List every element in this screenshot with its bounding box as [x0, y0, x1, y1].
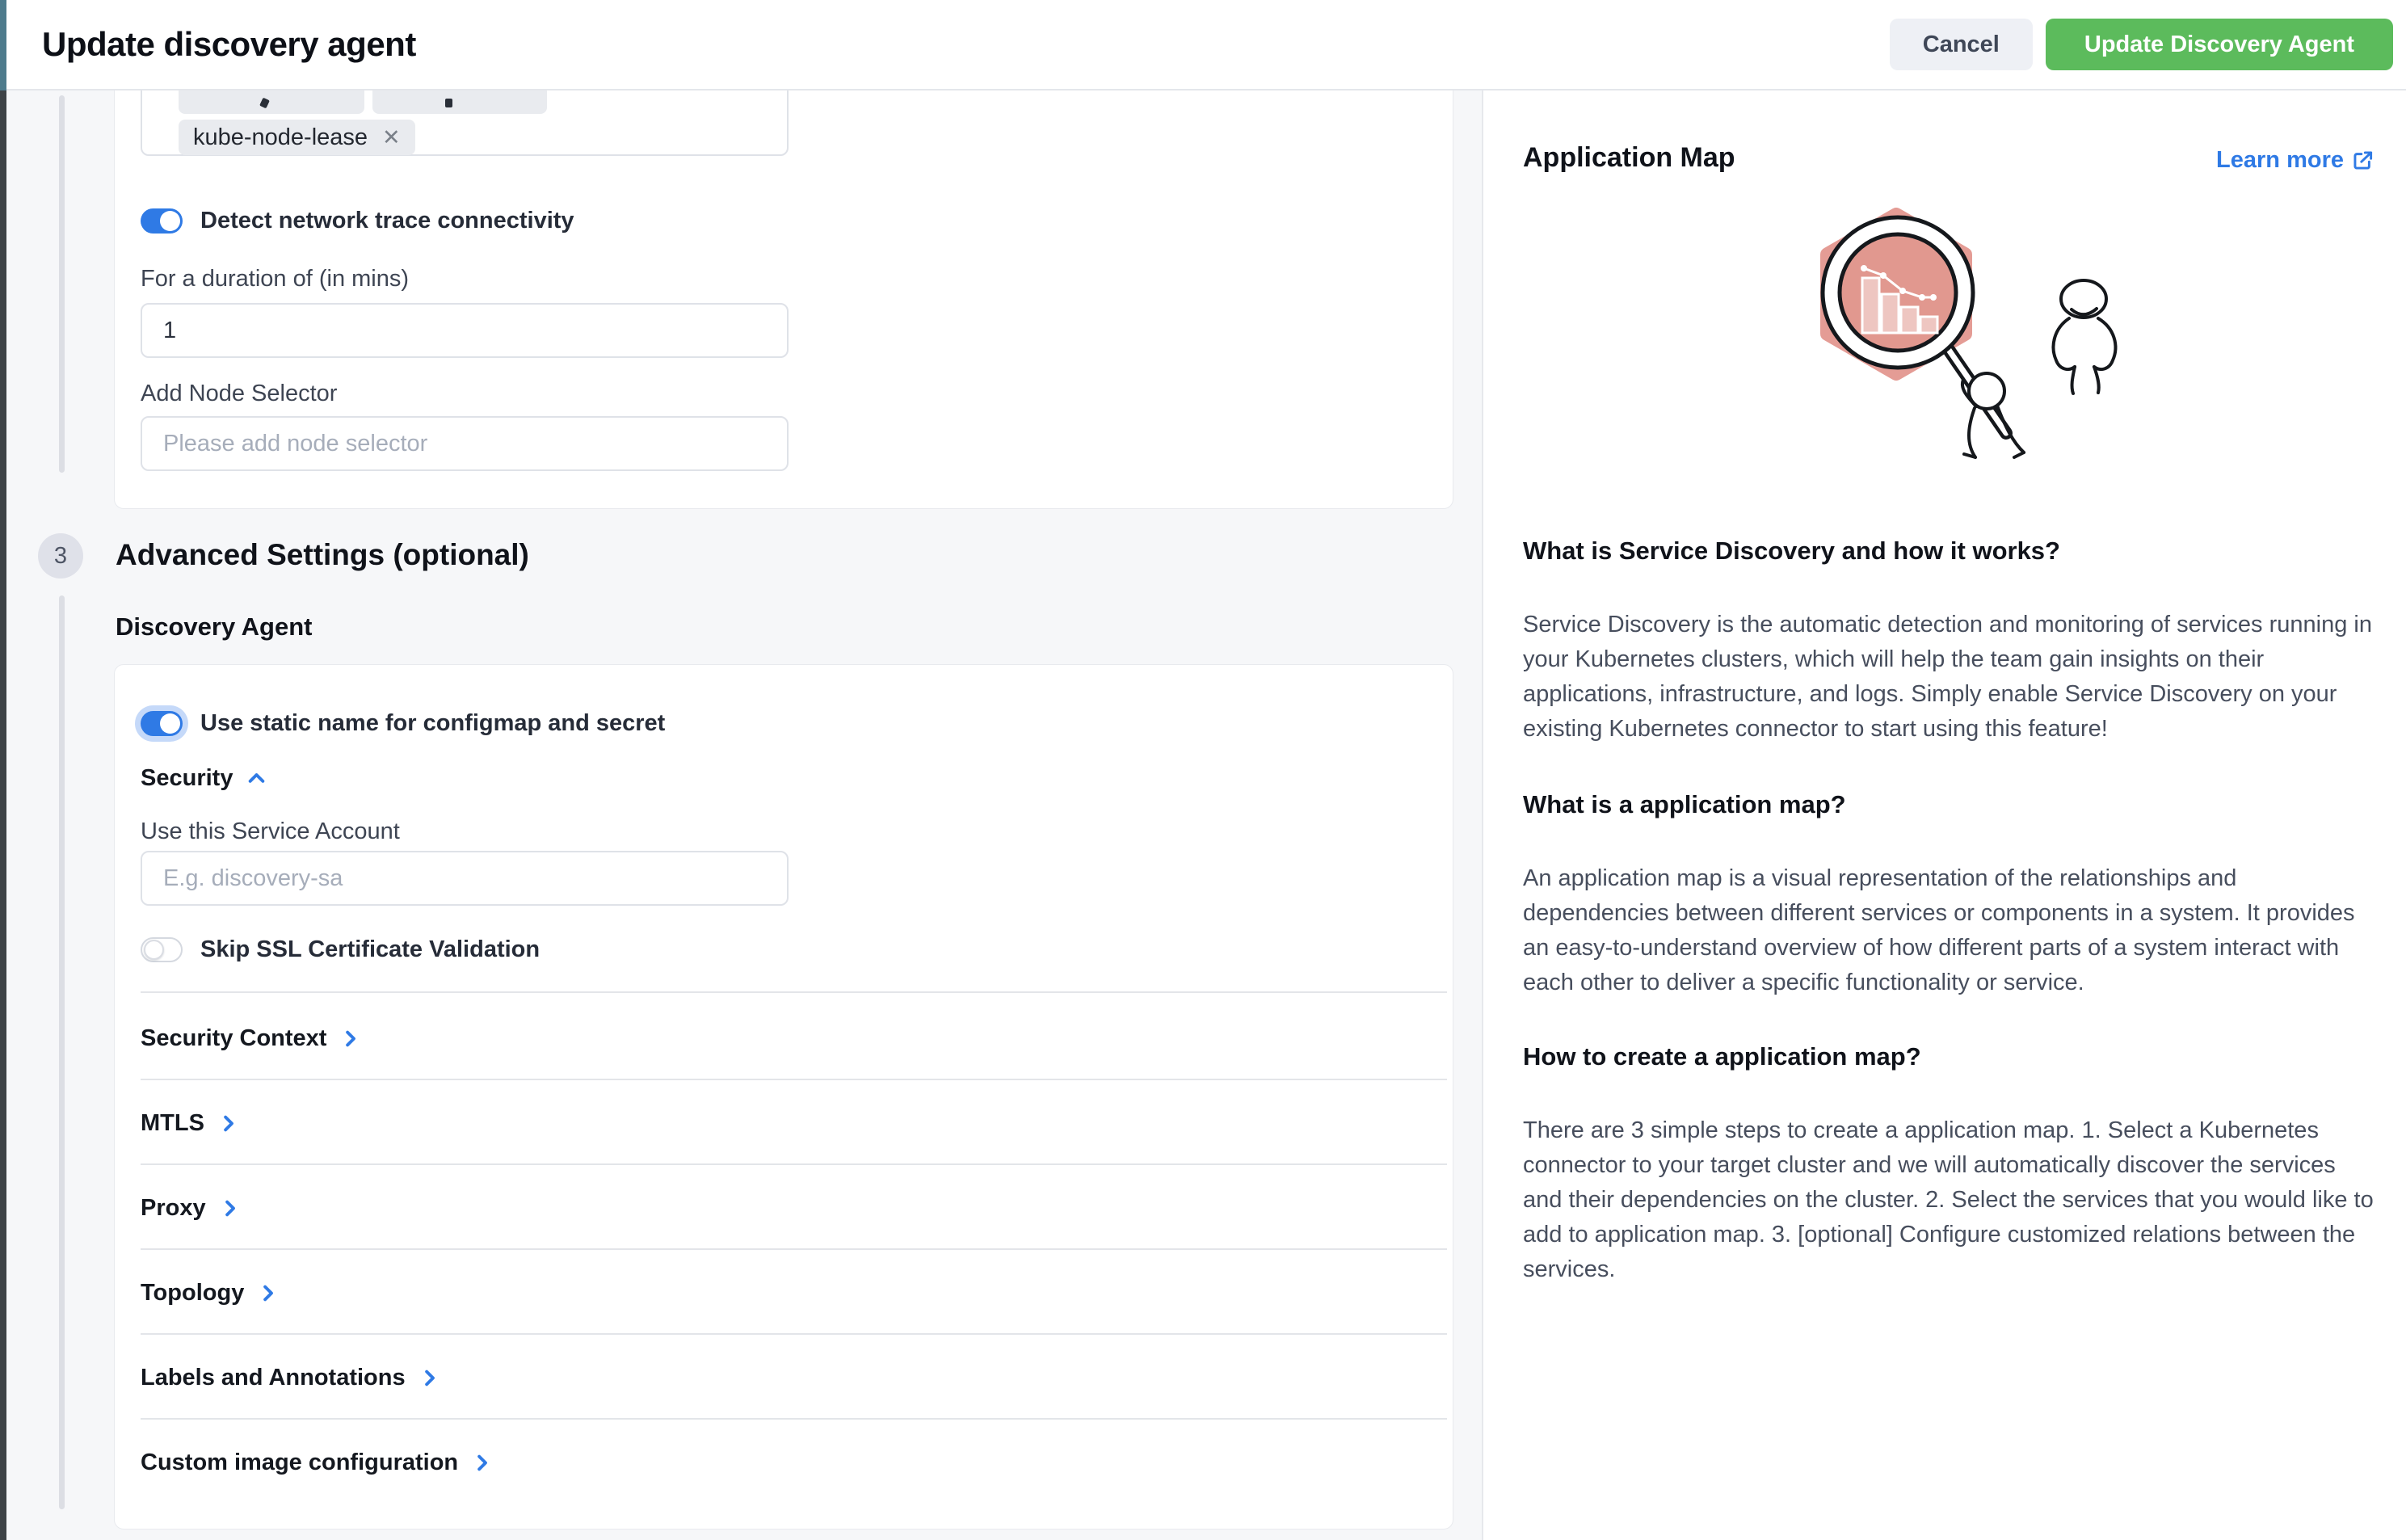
section-proxy[interactable]: Proxy [141, 1190, 241, 1226]
divider [141, 991, 1447, 993]
static-name-toggle-row: Use static name for configmap and secret [141, 710, 665, 737]
skip-ssl-toggle-row: Skip SSL Certificate Validation [141, 936, 540, 963]
chevron-right-icon [471, 1452, 493, 1474]
service-account-label: Use this Service Account [141, 818, 400, 845]
advanced-settings-heading: Advanced Settings (optional) [116, 538, 529, 572]
chevron-right-icon [217, 1113, 239, 1134]
step-3-indicator: 3 [38, 533, 83, 579]
detect-network-toggle-label: Detect network trace connectivity [200, 208, 574, 234]
node-selector-label: Add Node Selector [141, 381, 337, 407]
magnifier-chart-icon [1823, 217, 1973, 368]
detect-network-toggle[interactable] [141, 208, 183, 234]
info-section: What is Service Discovery and how it wor… [1523, 536, 2381, 747]
info-heading: What is Service Discovery and how it wor… [1523, 536, 2381, 566]
update-discovery-agent-page: Update discovery agent Cancel Update Dis… [0, 0, 2406, 1540]
duration-label: For a duration of (in mins) [141, 266, 409, 292]
page-title: Update discovery agent [42, 25, 416, 64]
header-actions: Cancel Update Discovery Agent [1890, 19, 2393, 70]
info-section: How to create a application map? There a… [1523, 1042, 2381, 1287]
static-name-toggle-label: Use static name for configmap and secret [200, 710, 665, 737]
skip-ssl-toggle-label: Skip SSL Certificate Validation [200, 936, 540, 963]
info-heading: What is a application map? [1523, 790, 2381, 819]
person-figure-standing [2054, 280, 2116, 393]
info-body: Service Discovery is the automatic detec… [1523, 608, 2381, 747]
collapsed-sidebar-edge [0, 0, 6, 1540]
section-mtls[interactable]: MTLS [141, 1105, 239, 1141]
learn-more-link[interactable]: Learn more [2216, 147, 2374, 174]
step-number: 3 [54, 543, 67, 570]
divider [141, 1418, 1447, 1420]
chevron-right-icon [257, 1282, 279, 1304]
detect-network-toggle-row: Detect network trace connectivity [141, 208, 574, 234]
remove-tag-icon[interactable]: ✕ [382, 127, 401, 149]
application-map-panel: Application Map Learn more [1482, 90, 2406, 1540]
external-link-icon [2352, 149, 2374, 171]
section-security-context[interactable]: Security Context [141, 1020, 361, 1056]
divider [141, 1163, 1447, 1165]
skip-ssl-toggle[interactable] [141, 937, 183, 962]
security-section-toggle[interactable]: Security [141, 765, 267, 792]
learn-more-label: Learn more [2216, 147, 2344, 174]
divider [141, 1333, 1447, 1335]
info-heading: How to create a application map? [1523, 1042, 2381, 1071]
stepper-line-upper [59, 95, 65, 473]
application-map-illustration [1799, 197, 2147, 464]
stepper-line-lower [59, 595, 65, 1509]
chevron-right-icon [219, 1197, 241, 1219]
chevron-right-icon [419, 1367, 440, 1389]
info-body: There are 3 simple steps to create a app… [1523, 1113, 2381, 1287]
discovery-agent-heading: Discovery Agent [116, 612, 313, 642]
info-body: An application map is a visual represent… [1523, 861, 2381, 1000]
node-selector-input[interactable] [141, 416, 789, 471]
network-trace-card: kube-node-lease ✕ Detect network trace c… [114, 48, 1453, 509]
static-name-toggle[interactable] [141, 711, 183, 736]
divider [141, 1079, 1447, 1080]
sidebar-edge-teal-segment [0, 0, 6, 90]
namespace-tag-label: kube-node-lease [193, 124, 368, 151]
page-header: Update discovery agent Cancel Update Dis… [6, 0, 2406, 90]
panel-title: Application Map [1523, 142, 1735, 174]
update-discovery-agent-button[interactable]: Update Discovery Agent [2046, 19, 2393, 70]
cancel-button[interactable]: Cancel [1890, 19, 2033, 70]
service-account-input[interactable] [141, 851, 789, 906]
namespace-tag: kube-node-lease ✕ [179, 120, 415, 155]
duration-input[interactable] [141, 303, 789, 358]
chevron-up-icon [246, 768, 267, 789]
divider [141, 1248, 1447, 1250]
security-section-label: Security [141, 765, 233, 792]
chevron-right-icon [339, 1028, 361, 1050]
info-section: What is a application map? An applicatio… [1523, 790, 2381, 1000]
advanced-settings-card: Use static name for configmap and secret… [114, 664, 1453, 1529]
section-labels-annotations[interactable]: Labels and Annotations [141, 1360, 440, 1395]
section-custom-image-config[interactable]: Custom image configuration [141, 1445, 493, 1480]
section-topology[interactable]: Topology [141, 1275, 279, 1311]
